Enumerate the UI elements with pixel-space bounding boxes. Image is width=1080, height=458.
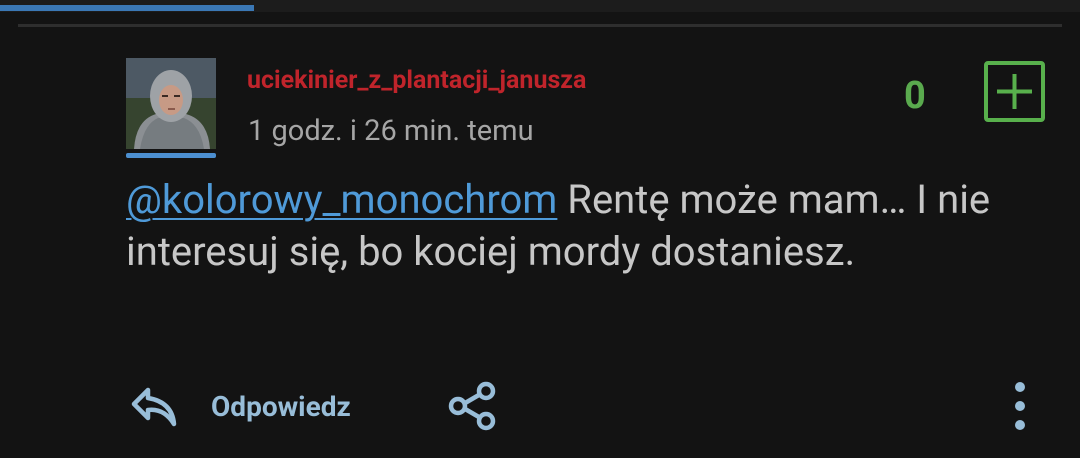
share-button[interactable] xyxy=(446,379,500,433)
reply-label[interactable]: Odpowiedz xyxy=(211,390,351,423)
share-icon xyxy=(448,381,496,431)
comment-body: @kolorowy_monochrom Rentę może mam… I ni… xyxy=(126,174,1026,278)
avatar[interactable] xyxy=(126,58,216,159)
more-options-button[interactable] xyxy=(1004,376,1036,436)
more-vertical-icon xyxy=(1015,382,1025,430)
avatar-accent-bar xyxy=(126,153,216,158)
upvote-button[interactable] xyxy=(984,61,1045,122)
reply-button[interactable] xyxy=(130,384,180,430)
username-link[interactable]: uciekinier_z_plantacji_janusza xyxy=(247,66,586,95)
avatar-image xyxy=(126,58,216,149)
comment-timestamp: 1 godz. i 26 min. temu xyxy=(248,114,534,148)
divider xyxy=(18,24,1062,27)
top-strip xyxy=(0,0,1080,12)
vote-score: 0 xyxy=(904,74,926,118)
reply-arrow-icon xyxy=(131,387,177,427)
plus-square-icon xyxy=(997,74,1032,109)
top-progress-indicator xyxy=(0,5,254,11)
avatar-portrait-icon xyxy=(126,58,216,149)
mention-link[interactable]: @kolorowy_monochrom xyxy=(126,176,557,223)
